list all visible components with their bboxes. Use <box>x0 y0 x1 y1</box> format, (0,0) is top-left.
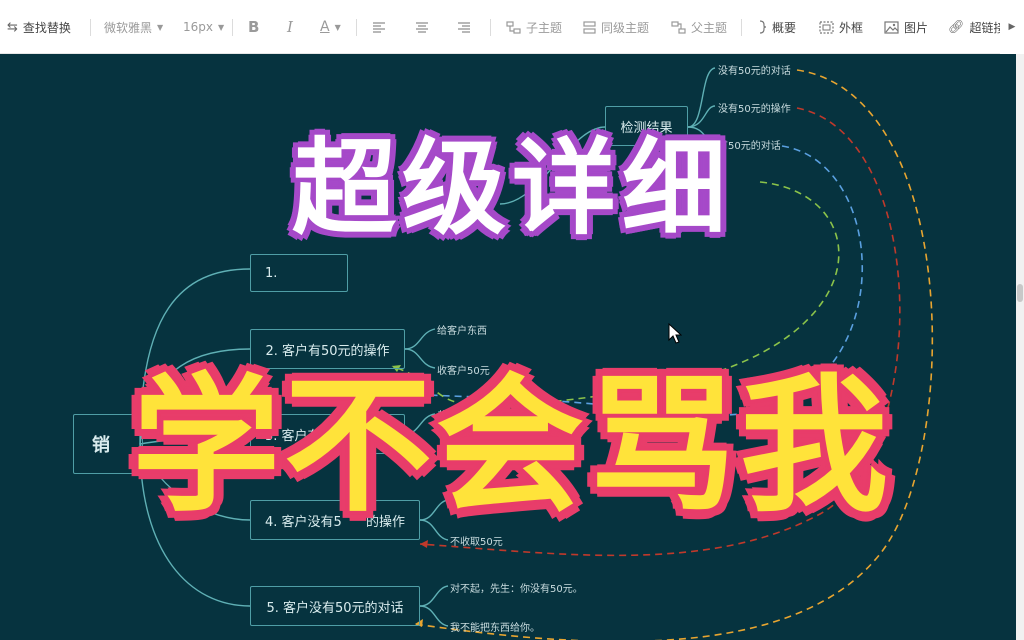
child-topic-button[interactable]: 子主题 <box>506 0 562 54</box>
font-size-value: 16px <box>183 20 213 34</box>
font-color-icon: A <box>320 19 330 35</box>
bold-icon: B <box>248 18 260 36</box>
branch-leaf-label: 不收取50元 <box>450 537 503 548</box>
find-replace-button[interactable]: ⇆ 查找替换 <box>7 0 71 54</box>
branch-node-1[interactable]: 1. <box>250 254 348 292</box>
branch-leaf-label: 我不能把东西给你。 <box>450 623 540 634</box>
chevron-down-icon: ▼ <box>334 22 341 32</box>
image-button[interactable]: 图片 <box>884 0 928 54</box>
branch-leaf[interactable]: 对不起，先生：你没有50元。 <box>450 580 583 595</box>
mouse-pointer-icon <box>668 323 682 344</box>
sibling-topic-label: 同级主题 <box>601 20 650 35</box>
toolbar-divider <box>490 19 491 36</box>
branch-leaf[interactable]: 给客户东西 <box>437 322 487 337</box>
overlay-title-line1: 超级详细 <box>291 127 732 249</box>
boundary-label: 外框 <box>839 20 864 35</box>
parent-topic-label: 父主题 <box>691 20 728 35</box>
branch-node-label: 5. 客户没有50元的对话 <box>266 600 404 616</box>
sibling-topic-icon <box>583 20 596 34</box>
align-left-button[interactable] <box>372 0 386 54</box>
align-left-icon <box>373 22 385 33</box>
editor-toolbar: ⇆ 查找替换 微软雅黑 ▼ 16px ▼ B I A ▼ 子主题 同级主题 父主… <box>0 0 1024 54</box>
summary-brace-icon <box>759 20 767 34</box>
result-leaf[interactable]: 没有50元的对话 <box>718 62 791 77</box>
chevron-down-icon: ▼ <box>157 22 164 32</box>
overlay-title-line2: 学不会骂我 <box>132 360 892 532</box>
italic-icon: I <box>287 18 293 36</box>
italic-button[interactable]: I <box>287 0 293 54</box>
boundary-button[interactable]: 外框 <box>819 0 863 54</box>
branch-leaf-label: 对不起，先生：你没有50元。 <box>450 584 583 595</box>
toolbar-divider <box>90 19 91 36</box>
bold-button[interactable]: B <box>248 0 259 54</box>
font-size-select[interactable]: 16px ▼ <box>183 0 224 54</box>
branch-leaf[interactable]: 不收取50元 <box>450 533 503 548</box>
branch-node-label: 1. <box>265 265 278 281</box>
branch-node-5[interactable]: 5. 客户没有50元的对话 <box>250 586 420 626</box>
summary-label: 概要 <box>772 20 797 35</box>
font-family-value: 微软雅黑 <box>104 20 153 35</box>
swap-icon: ⇆ <box>7 19 18 35</box>
parent-topic-icon <box>671 20 686 34</box>
summary-button[interactable]: 概要 <box>759 0 796 54</box>
child-topic-icon <box>506 20 521 34</box>
branch-leaf[interactable]: 我不能把东西给你。 <box>450 619 540 634</box>
font-family-select[interactable]: 微软雅黑 ▼ <box>104 0 163 54</box>
toolbar-divider <box>356 19 357 36</box>
branch-node-label: 2. 客户有50元的操作 <box>265 343 390 359</box>
parent-topic-button[interactable]: 父主题 <box>671 0 727 54</box>
align-right-icon <box>458 22 470 33</box>
toolbar-divider <box>741 19 742 36</box>
branch-leaf-label: 给客户东西 <box>437 326 487 337</box>
toolbar-scroll-right-button[interactable]: ▶ <box>1000 0 1024 54</box>
hyperlink-button[interactable]: 🔗︎ 超链接 <box>948 0 1006 54</box>
align-center-icon <box>416 22 428 33</box>
chevron-down-icon: ▼ <box>218 22 225 32</box>
scrollbar-thumb[interactable] <box>1017 284 1023 302</box>
find-replace-label: 查找替换 <box>22 20 71 35</box>
child-topic-label: 子主题 <box>526 20 563 35</box>
image-label: 图片 <box>904 20 929 35</box>
result-leaf-label: 没有50元的对话 <box>718 66 791 77</box>
sibling-topic-button[interactable]: 同级主题 <box>583 0 649 54</box>
font-color-button[interactable]: A ▼ <box>320 0 341 54</box>
boundary-icon <box>819 20 834 34</box>
link-icon: 🔗︎ <box>948 19 965 35</box>
align-right-button[interactable] <box>457 0 471 54</box>
chevron-right-icon: ▶ <box>1008 22 1016 32</box>
toolbar-divider <box>232 19 233 36</box>
image-icon <box>884 20 899 34</box>
result-leaf[interactable]: 没有50元的操作 <box>718 100 791 115</box>
align-center-button[interactable] <box>415 0 429 54</box>
result-leaf-label: 没有50元的操作 <box>718 104 791 115</box>
